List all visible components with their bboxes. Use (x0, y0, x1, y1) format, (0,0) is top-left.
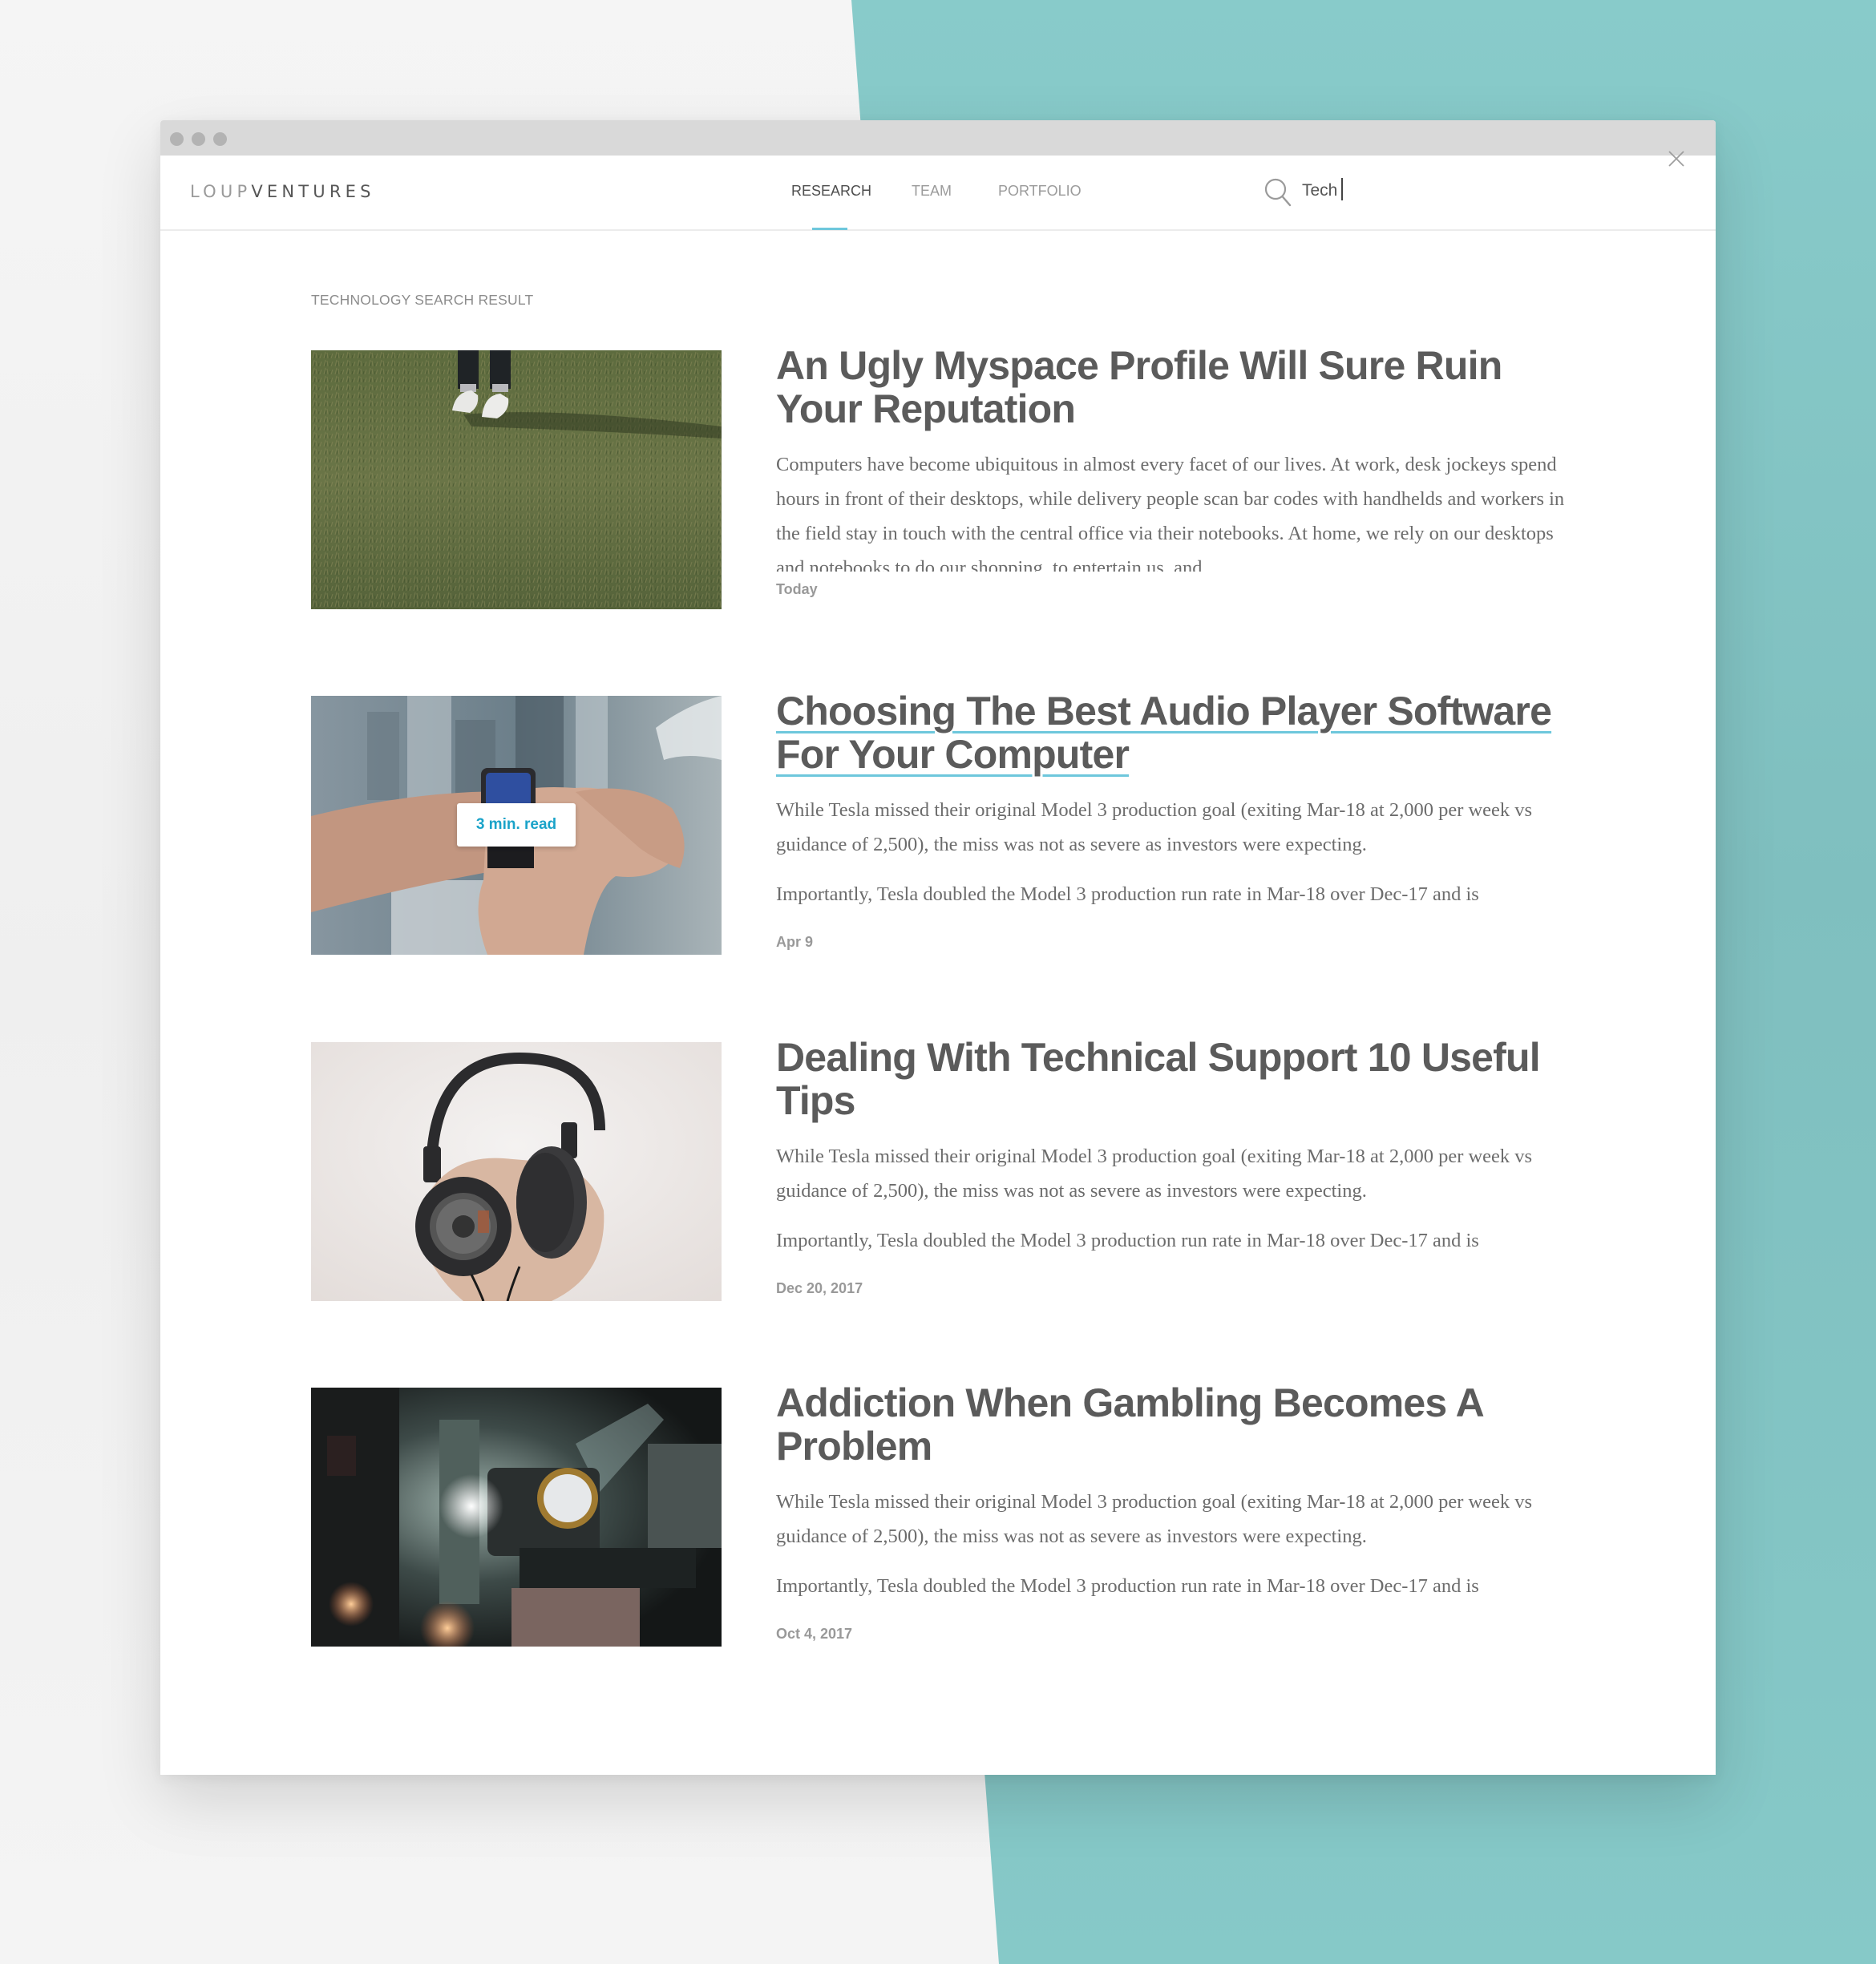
site-header: LOUPVENTURES RESEARCH TEAM PORTFOLIO (160, 151, 1716, 231)
browser-window: LOUPVENTURES RESEARCH TEAM PORTFOLIO TEC… (160, 120, 1716, 1775)
result-item: 3 min. read Choosing The Best Audio Play… (311, 689, 1594, 960)
result-item: An Ugly Myspace Profile Will Sure Ruin Y… (311, 344, 1594, 615)
logo-part-loup: LOUP (190, 182, 252, 201)
result-text: Choosing The Best Audio Player Software … (776, 689, 1570, 951)
browser-titlebar (160, 120, 1716, 156)
logo-part-ventures: VENTURES (251, 182, 375, 201)
text-caret (1341, 178, 1343, 200)
grass-image (311, 350, 722, 609)
result-excerpt: Computers have become ubiquitous in almo… (776, 447, 1570, 572)
result-title[interactable]: Dealing With Technical Support 10 Useful… (776, 1036, 1570, 1122)
window-minimize-dot[interactable] (192, 132, 205, 146)
nav-research[interactable]: RESEARCH (791, 183, 871, 200)
projector-image (311, 1388, 722, 1647)
result-text: Addiction When Gambling Becomes A Proble… (776, 1381, 1570, 1643)
result-title-link[interactable]: Dealing With Technical Support 10 Useful… (776, 1035, 1541, 1123)
result-item: Addiction When Gambling Becomes A Proble… (311, 1381, 1594, 1652)
result-thumbnail[interactable] (311, 1042, 722, 1301)
result-thumbnail[interactable] (311, 350, 722, 609)
excerpt-paragraph: Computers have become ubiquitous in almo… (776, 454, 1565, 572)
read-time-badge[interactable]: 3 min. read (457, 803, 576, 847)
result-title-link[interactable]: Choosing The Best Audio Player Software … (776, 689, 1552, 777)
excerpt-paragraph: Importantly, Tesla doubled the Model 3 p… (776, 1575, 1479, 1597)
result-title[interactable]: Addiction When Gambling Becomes A Proble… (776, 1381, 1570, 1468)
result-thumbnail[interactable]: 3 min. read (311, 696, 722, 955)
excerpt-paragraph: While Tesla missed their original Model … (776, 1491, 1533, 1547)
result-date: Oct 4, 2017 (776, 1626, 853, 1642)
headphones-image (311, 1042, 722, 1301)
result-excerpt: While Tesla missed their original Model … (776, 1139, 1570, 1258)
result-title[interactable]: Choosing The Best Audio Player Software … (776, 689, 1570, 776)
search-icon[interactable] (1263, 177, 1292, 208)
window-maximize-dot[interactable] (213, 132, 227, 146)
result-item: Dealing With Technical Support 10 Useful… (311, 1036, 1594, 1307)
nav-team[interactable]: TEAM (912, 183, 952, 200)
result-date: Apr 9 (776, 934, 814, 950)
result-excerpt: While Tesla missed their original Model … (776, 793, 1570, 911)
nav-portfolio[interactable]: PORTFOLIO (998, 183, 1082, 200)
result-text: An Ugly Myspace Profile Will Sure Ruin Y… (776, 344, 1570, 598)
logo[interactable]: LOUPVENTURES (190, 182, 375, 201)
excerpt-paragraph: While Tesla missed their original Model … (776, 799, 1533, 855)
excerpt-paragraph: Importantly, Tesla doubled the Model 3 p… (776, 883, 1479, 905)
result-title-link[interactable]: Addiction When Gambling Becomes A Proble… (776, 1380, 1483, 1469)
hand-cursor-icon (612, 893, 722, 955)
result-date: Today (776, 581, 818, 597)
window-close-dot[interactable] (170, 132, 184, 146)
excerpt-paragraph: While Tesla missed their original Model … (776, 1146, 1533, 1202)
search-input[interactable] (1302, 176, 1623, 205)
result-excerpt: While Tesla missed their original Model … (776, 1485, 1570, 1603)
result-date: Dec 20, 2017 (776, 1280, 863, 1296)
nav-active-indicator (812, 228, 847, 230)
section-label: TECHNOLOGY SEARCH RESULT (311, 292, 534, 308)
result-title-link[interactable]: An Ugly Myspace Profile Will Sure Ruin Y… (776, 343, 1502, 431)
excerpt-paragraph: Importantly, Tesla doubled the Model 3 p… (776, 1230, 1479, 1251)
close-icon[interactable] (1668, 150, 1685, 168)
result-title[interactable]: An Ugly Myspace Profile Will Sure Ruin Y… (776, 344, 1570, 430)
result-text: Dealing With Technical Support 10 Useful… (776, 1036, 1570, 1297)
result-thumbnail[interactable] (311, 1388, 722, 1647)
